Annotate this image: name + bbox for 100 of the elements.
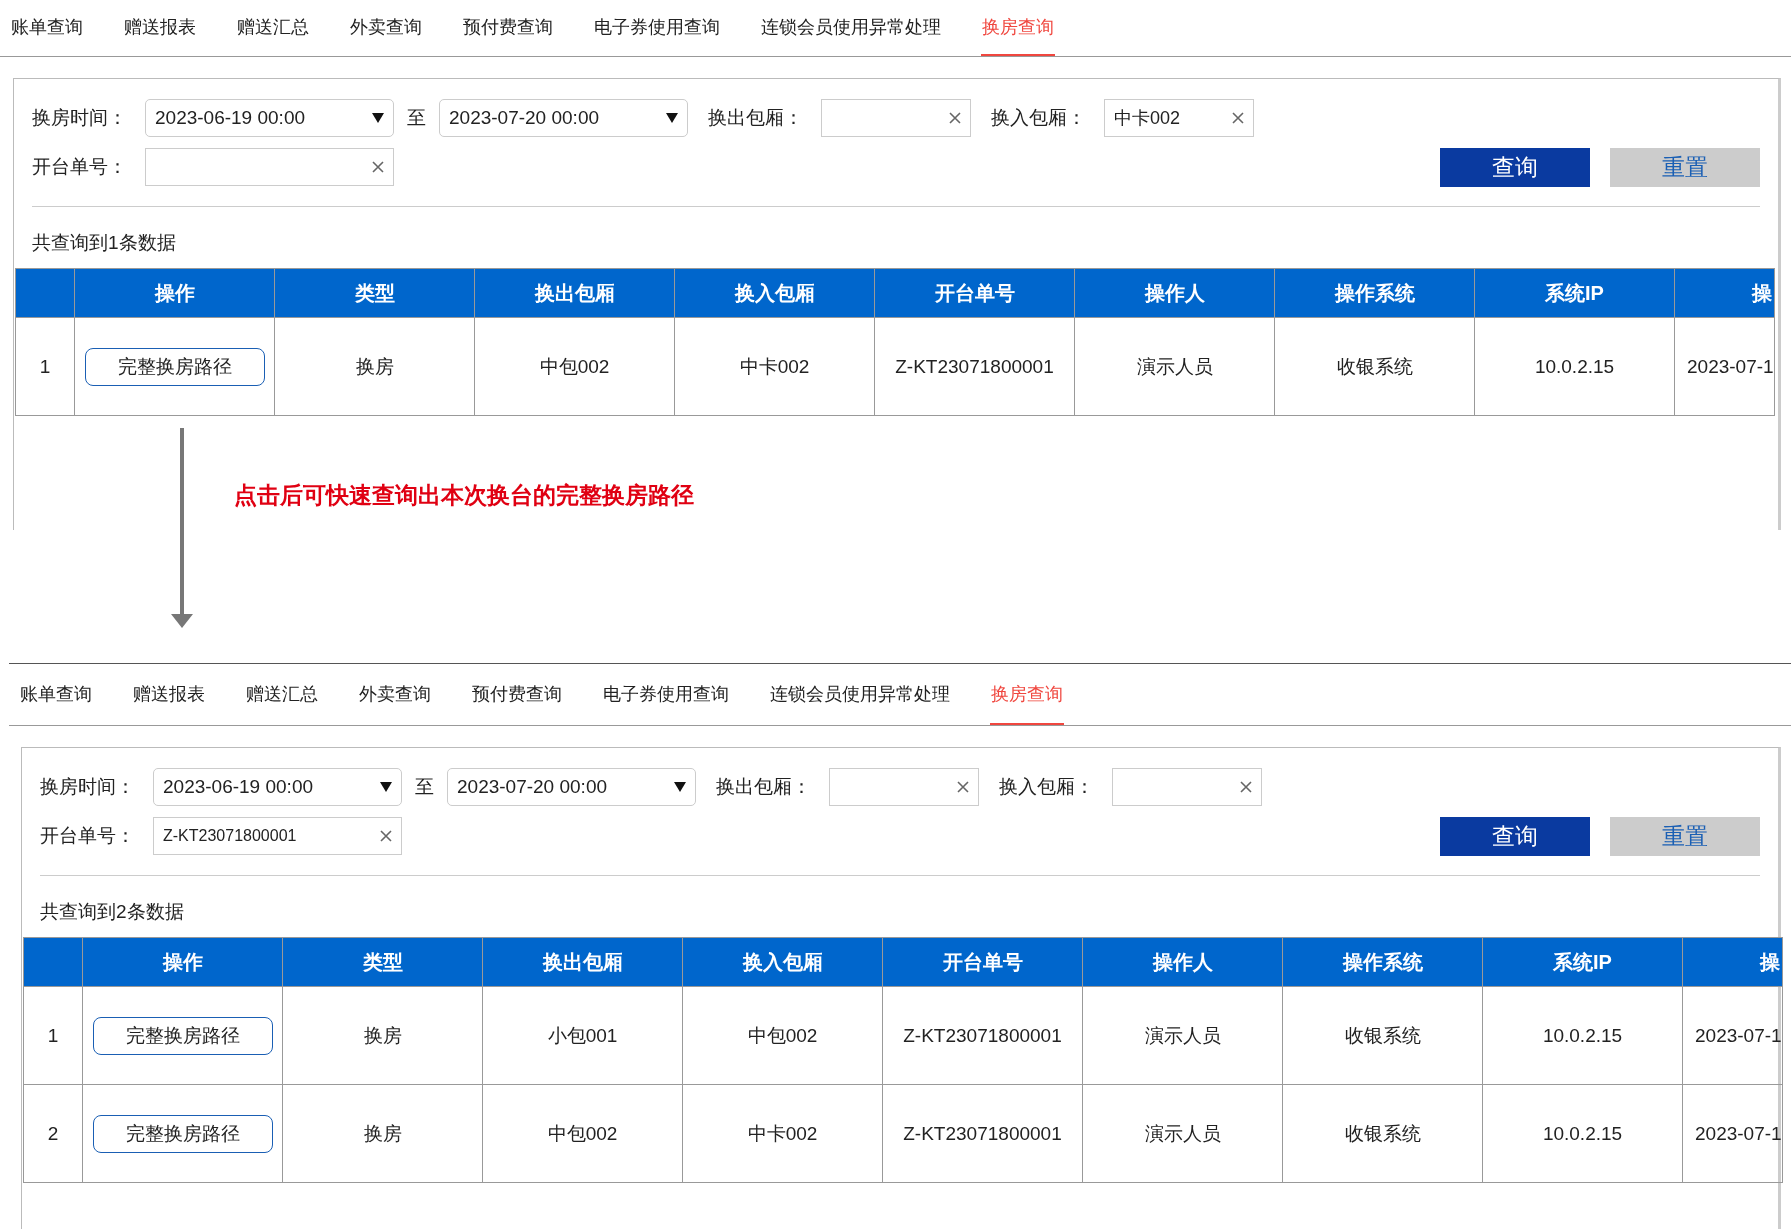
table-cell: 演示人员 [1082,986,1283,1085]
tab[interactable]: 赠送报表 [132,664,206,725]
table-cell: 10.0.2.15 [1474,317,1675,416]
field-label: 换房时间： [32,106,127,130]
field-label: 换出包厢： [716,775,811,799]
row-number: 1 [15,317,75,416]
header-cell [15,268,75,318]
table-cell: 10.0.2.15 [1482,986,1683,1085]
table-cell: 收银系统 [1282,986,1483,1085]
field-label: 开台单号： [32,155,127,179]
table-cell: 中卡002 [674,317,875,416]
row-number: 2 [23,1084,83,1183]
input-field[interactable] [829,768,979,806]
table-cell: 小包001 [482,986,683,1085]
caret-icon [380,782,392,792]
table-cell: 换房 [282,1084,483,1183]
route-button[interactable]: 完整换房路径 [84,347,265,386]
table-cell: 10.0.2.15 [1482,1084,1683,1183]
clear-icon[interactable] [372,161,384,173]
header-cell: 换出包厢 [482,937,683,987]
header-cell: 换入包厢 [674,268,875,318]
tab[interactable]: 预付费查询 [471,664,563,725]
header-cell: 类型 [282,937,483,987]
search-button[interactable]: 查询 [1440,816,1590,856]
tab[interactable]: 连锁会员使用异常处理 [769,664,951,725]
clear-icon[interactable] [1240,781,1252,793]
table-cell: 中包002 [474,317,675,416]
header-cell: 系统IP [1474,268,1675,318]
row-number: 1 [23,986,83,1085]
reset-button[interactable]: 重置 [1610,147,1760,187]
header-cell: 开台单号 [882,937,1083,987]
date-dropdown[interactable]: 2023-06-19 00:00 [145,99,394,137]
tab[interactable]: 赠送汇总 [245,664,319,725]
header-cell: 操作人 [1082,937,1283,987]
field-label: 开台单号： [40,824,135,848]
clear-icon[interactable] [380,830,392,842]
table-cell: 中卡002 [682,1084,883,1183]
header-cell: 换出包厢 [474,268,675,318]
tab[interactable]: 电子券使用查询 [593,0,721,56]
table-cell: 中包002 [682,986,883,1085]
field-label: 换入包厢： [991,106,1086,130]
clear-icon[interactable] [949,112,961,124]
table-cell: 换房 [282,986,483,1085]
tab[interactable]: 换房查询 [981,0,1055,56]
field-label: 换出包厢： [708,106,803,130]
header-cell: 操 [1682,937,1783,987]
header-cell: 操作系统 [1282,937,1483,987]
field-label: 换房时间： [40,775,135,799]
header-cell: 操作人 [1074,268,1275,318]
header-cell: 系统IP [1482,937,1683,987]
caret-icon [674,782,686,792]
clear-icon[interactable] [957,781,969,793]
table-cell: Z-KT23071800001 [882,986,1083,1085]
table-cell: 换房 [274,317,475,416]
table-cell: 演示人员 [1082,1084,1283,1183]
table-cell: 收银系统 [1274,317,1475,416]
table-cell: 演示人员 [1074,317,1275,416]
route-button[interactable]: 完整换房路径 [92,1114,273,1153]
header-cell: 开台单号 [874,268,1075,318]
table-cell: 2023-07-1 [1674,317,1775,416]
tab[interactable]: 赠送汇总 [236,0,310,56]
table-cell: 中包002 [482,1084,683,1183]
tab[interactable]: 外卖查询 [358,664,432,725]
header-cell: 操作 [82,937,283,987]
result-count: 共查询到1条数据 [32,231,177,255]
header-cell [23,937,83,987]
date-dropdown[interactable]: 2023-07-20 00:00 [447,768,696,806]
search-button[interactable]: 查询 [1440,147,1590,187]
header-cell: 操作 [74,268,275,318]
header-cell: 操作系统 [1274,268,1475,318]
table-cell: 2023-07-1 [1682,1084,1783,1183]
range-separator: 至 [415,775,434,799]
tab[interactable]: 账单查询 [10,0,84,56]
tab[interactable]: 账单查询 [19,664,93,725]
annotation-text: 点击后可快速查询出本次换台的完整换房路径 [234,481,694,510]
header-cell: 类型 [274,268,475,318]
tab[interactable]: 换房查询 [990,664,1064,725]
input-field[interactable] [145,148,394,186]
input-field[interactable]: 中卡002 [1104,99,1254,137]
caret-icon [666,113,678,123]
input-field[interactable]: Z-KT23071800001 [153,817,402,855]
reset-button[interactable]: 重置 [1610,816,1760,856]
tab[interactable]: 外卖查询 [349,0,423,56]
result-count: 共查询到2条数据 [40,900,185,924]
tab[interactable]: 赠送报表 [123,0,197,56]
field-label: 换入包厢： [999,775,1094,799]
date-dropdown[interactable]: 2023-07-20 00:00 [439,99,688,137]
table-cell: Z-KT23071800001 [882,1084,1083,1183]
tab[interactable]: 连锁会员使用异常处理 [760,0,942,56]
clear-icon[interactable] [1232,112,1244,124]
tab[interactable]: 预付费查询 [462,0,554,56]
route-button[interactable]: 完整换房路径 [92,1016,273,1055]
tab[interactable]: 电子券使用查询 [602,664,730,725]
header-cell: 换入包厢 [682,937,883,987]
input-field[interactable] [821,99,971,137]
input-field[interactable] [1112,768,1262,806]
caret-icon [372,113,384,123]
table-cell: 2023-07-1 [1682,986,1783,1085]
date-dropdown[interactable]: 2023-06-19 00:00 [153,768,402,806]
table-cell: Z-KT23071800001 [874,317,1075,416]
